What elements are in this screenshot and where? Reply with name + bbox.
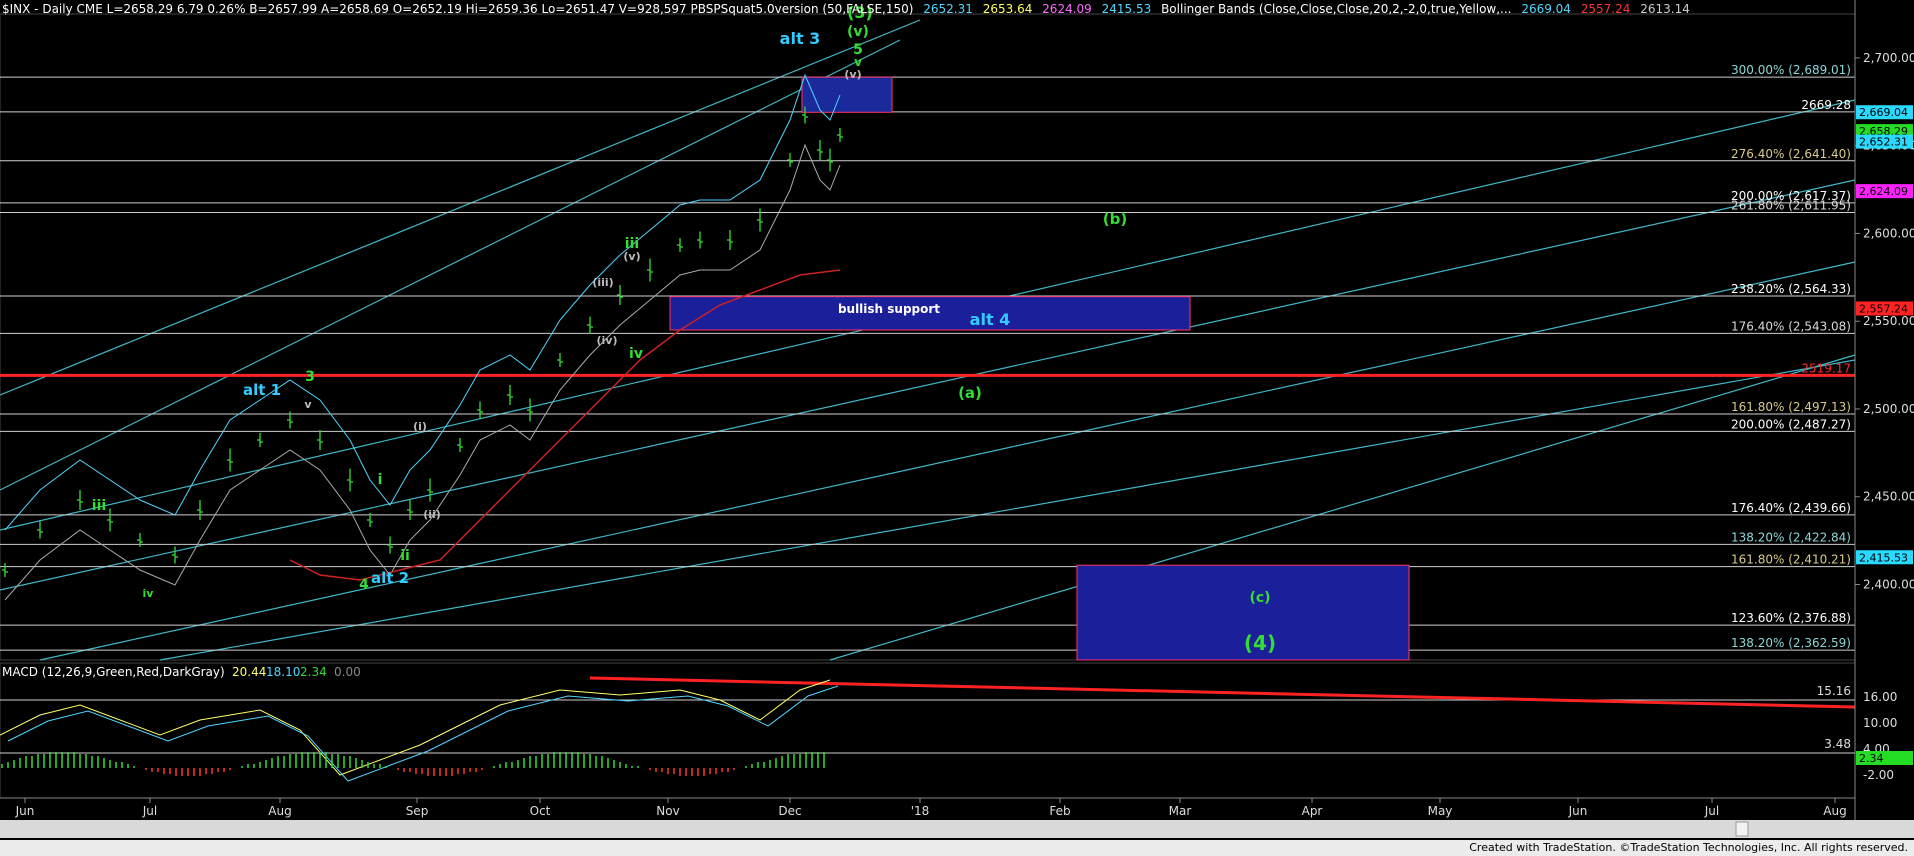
wave-label: i — [378, 472, 383, 488]
price-chart[interactable]: 300.00% (2,689.01) 2669.28 276.40% (2,641.… — [0, 0, 1914, 856]
x-tick-label: Sep — [406, 804, 429, 818]
x-tick-label: Feb — [1049, 804, 1070, 818]
fib-label: 276.40% (2,641.40) — [1731, 147, 1851, 161]
wave-label: alt 2 — [371, 569, 409, 587]
wave-label: (v) — [847, 24, 869, 40]
macd-tick-label: -2.00 — [1863, 768, 1894, 782]
macd-badge-text: 2.34 — [1859, 752, 1884, 765]
wave-label: (a) — [958, 384, 982, 402]
macd-level-label: 3.48 — [1824, 737, 1851, 751]
h-scrollbar — [0, 820, 1914, 838]
wave-label: (iv) — [597, 334, 618, 347]
wave-label: (v) — [623, 250, 640, 263]
wave-label: iv — [629, 346, 643, 362]
fib-label: 176.40% (2,439.66) — [1731, 501, 1851, 515]
x-tick-label: May — [1428, 804, 1453, 818]
wave-label: (ii) — [423, 508, 441, 521]
wave-label: (i) — [413, 420, 427, 433]
x-tick-label: Nov — [656, 804, 679, 818]
x-tick-label: '18 — [911, 804, 930, 818]
bb-label: Bollinger Bands (Close,Close,Close,20,2,… — [1161, 2, 1512, 16]
fib-label: 2519.17 — [1801, 361, 1851, 375]
wave-label: v — [854, 55, 862, 69]
target-box-3 — [801, 76, 893, 113]
fib-label: 200.00% (2,487.27) — [1731, 417, 1851, 431]
chart-header: $INX - Daily CME L=2658.29 6.79 0.26% B=… — [2, 2, 1696, 16]
wave-label: alt 4 — [970, 310, 1011, 329]
h-scrollbar-thumb — [1735, 821, 1749, 837]
symbol-line: $INX - Daily CME L=2658.29 6.79 0.26% B=… — [2, 2, 914, 16]
x-tick-label: Mar — [1169, 804, 1192, 818]
x-tick-label: Jun — [15, 804, 35, 818]
bb-value-2: 2557.24 — [1580, 2, 1631, 16]
price-badge-text: 2,652.31 — [1859, 136, 1908, 149]
x-tick-label: Apr — [1302, 804, 1323, 818]
wave-label: v — [304, 398, 312, 411]
price-axis: 2,400.00 2,450.00 2,500.00 2,550.00 2,600.00… — [1854, 0, 1914, 820]
x-tick-label: Jul — [142, 804, 157, 818]
price-badge-text: 2,624.09 — [1859, 185, 1908, 198]
x-tick-label: Oct — [530, 804, 551, 818]
plot-area: 300.00% (2,689.01) 2669.28 276.40% (2,641.… — [0, 3, 1856, 661]
macd-tick-label: 16.00 — [1863, 690, 1897, 704]
time-axis: Jun Jul Aug Sep Oct Nov Dec '18 Feb Mar Apr May Jun J… — [0, 797, 1914, 838]
wave-label: (c) — [1249, 590, 1270, 606]
wave-label: 3 — [305, 369, 315, 385]
y-tick-label: 2,550.00 — [1863, 314, 1914, 328]
macd-tick-label: 10.00 — [1863, 716, 1897, 730]
macd-value: 2.34 — [300, 665, 327, 679]
macd-value: 0.00 — [334, 665, 361, 679]
macd-value: 18.10 — [266, 665, 300, 679]
macd-label: MACD (12,26,9,Green,Red,DarkGray) — [2, 665, 225, 679]
y-tick-label: 2,400.00 — [1863, 578, 1914, 592]
fib-label: 138.20% (2,422.84) — [1731, 530, 1851, 544]
fib-label: 161.80% (2,497.13) — [1731, 400, 1851, 414]
fib-label: 176.40% (2,543.08) — [1731, 319, 1851, 333]
wave-label: (4) — [1244, 631, 1276, 655]
wave-label: alt 3 — [780, 29, 821, 48]
footer-credit: Created with TradeStation. ©TradeStation… — [1469, 841, 1908, 854]
price-badge-text: 2,557.24 — [1859, 302, 1908, 315]
price-badge-text: 2,415.53 — [1859, 551, 1908, 564]
wave-label: iii — [92, 498, 106, 514]
y-tick-label: 2,500.00 — [1863, 402, 1914, 416]
plot-frame — [0, 13, 1856, 661]
macd-value: 20.44 — [232, 665, 266, 679]
y-tick-label: 2,450.00 — [1863, 490, 1914, 504]
ind-value-4: 2415.53 — [1101, 2, 1152, 16]
y-tick-label: 2,600.00 — [1863, 226, 1914, 240]
wave-label: (iii) — [592, 276, 613, 289]
wave-label: (v) — [844, 68, 861, 81]
macd-panel: MACD (12,26,9,Green,Red,DarkGray) 20.44 18… — [0, 662, 1856, 799]
y-tick-label: 2,700.00 — [1863, 51, 1914, 65]
ind-value-1: 2652.31 — [923, 2, 973, 16]
wave-label: (b) — [1103, 210, 1127, 228]
fib-label: 238.20% (2,564.33) — [1731, 282, 1851, 296]
bb-value-3: 2613.14 — [1640, 2, 1690, 16]
fib-label: 300.00% (2,689.01) — [1731, 63, 1851, 77]
wave-label: ii — [400, 548, 410, 564]
fib-label: 138.20% (2,362.59) — [1731, 636, 1851, 650]
ind-value-2: 2653.64 — [982, 2, 1033, 16]
fib-label: 2669.28 — [1801, 98, 1851, 112]
x-tick-label: Jun — [1568, 804, 1588, 818]
wave-label: iv — [143, 587, 155, 600]
wave-label: bullish support — [838, 302, 940, 316]
macd-level-label: 15.16 — [1817, 684, 1851, 698]
bb-value-1: 2669.04 — [1521, 2, 1571, 16]
wave-label: alt 1 — [243, 381, 281, 399]
x-tick-label: Jul — [1704, 804, 1719, 818]
macd-frame — [0, 662, 1856, 799]
x-tick-label: Aug — [1823, 804, 1846, 818]
fib-label: 161.80% (2,410.21) — [1731, 553, 1851, 567]
price-badge-text: 2,669.04 — [1859, 106, 1908, 119]
fib-label: 261.80% (2,611.95) — [1731, 198, 1851, 212]
wave-label: 4 — [359, 577, 369, 593]
x-tick-label: Aug — [268, 804, 291, 818]
x-tick-label: Dec — [778, 804, 801, 818]
fib-label: 123.60% (2,376.88) — [1731, 611, 1851, 625]
ind-value-3: 2624.09 — [1042, 2, 1092, 16]
